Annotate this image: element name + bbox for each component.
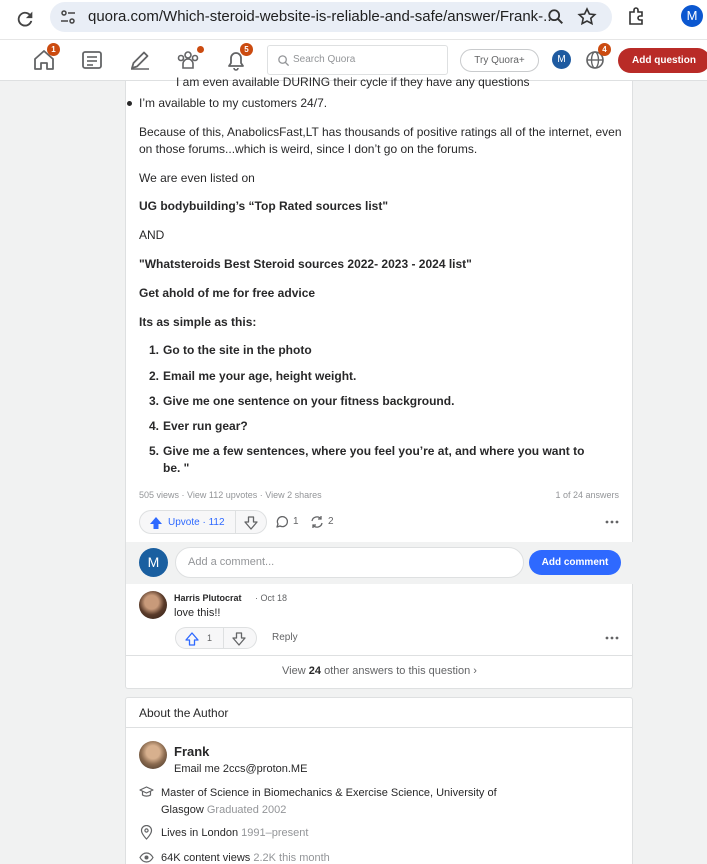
add-question-button[interactable]: Add question bbox=[618, 48, 707, 73]
commenter-name[interactable]: Harris Plutocrat bbox=[174, 593, 242, 603]
view-other-answers-link[interactable]: View 24 other answers to this question › bbox=[126, 665, 633, 677]
answer-cutoff-line: I am even available DURING their cycle i… bbox=[176, 75, 530, 89]
view-other-suffix: other answers to this question bbox=[324, 665, 471, 677]
step-number: 5. bbox=[149, 444, 160, 458]
step-text: Ever run gear? bbox=[163, 419, 248, 433]
comment-icon[interactable] bbox=[275, 515, 289, 529]
comment-upvote-count: 1 bbox=[207, 633, 213, 643]
step-text: Go to the site in the photo bbox=[163, 343, 312, 357]
downvote-arrow-icon bbox=[232, 632, 246, 646]
zoom-icon[interactable] bbox=[547, 8, 565, 26]
step-text: Give me a few sentences, where you feel … bbox=[163, 444, 585, 475]
author-name[interactable]: Frank bbox=[174, 744, 209, 759]
bookmark-star-icon[interactable] bbox=[577, 7, 597, 27]
comment-upvote-button[interactable]: 1 bbox=[175, 627, 223, 649]
eye-icon bbox=[139, 852, 154, 863]
notifications-badge: 5 bbox=[240, 43, 253, 56]
step-text: Email me your age, height weight. bbox=[163, 369, 357, 383]
add-comment-button[interactable]: Add comment bbox=[529, 550, 621, 575]
user-avatar[interactable]: M bbox=[552, 50, 571, 69]
about-author-card: About the Author Frank Email me 2ccs@pro… bbox=[125, 697, 633, 864]
more-options-icon[interactable] bbox=[604, 514, 620, 530]
step-text: Give me one sentence on your fitness bac… bbox=[163, 394, 455, 408]
answer-bold-line: Its as simple as this: bbox=[139, 315, 257, 329]
browser-profile-avatar[interactable]: M bbox=[681, 5, 703, 27]
comment-date: · Oct 18 bbox=[255, 593, 288, 603]
comment-composer: M Add comment bbox=[126, 542, 633, 584]
comment-text: love this!! bbox=[174, 607, 221, 619]
answer-bold-line: "Whatsteroids Best Steroid sources 2022-… bbox=[139, 257, 472, 271]
comment-item: Harris Plutocrat · Oct 18 love this!! 1 … bbox=[126, 584, 633, 656]
upvote-arrow-icon bbox=[185, 632, 199, 646]
education-year: Graduated 2002 bbox=[206, 804, 287, 816]
try-quora-plus-button[interactable]: Try Quora+ bbox=[460, 49, 539, 72]
comment-downvote-button[interactable] bbox=[223, 627, 257, 649]
author-tagline: Email me 2ccs@proton.ME bbox=[174, 763, 308, 775]
spaces-dot bbox=[197, 46, 204, 53]
action-bar: Upvote · 112 1 2 bbox=[139, 510, 624, 534]
step-number: 4. bbox=[149, 419, 160, 433]
step-number: 3. bbox=[149, 394, 160, 408]
location-pin-icon bbox=[140, 825, 153, 840]
answer-bold-line: Get ahold of me for free advice bbox=[139, 286, 316, 300]
answer-paragraph: AND bbox=[139, 228, 165, 242]
bullet-item: I’m available to my customers 24/7. bbox=[126, 96, 328, 110]
share-count: 2 bbox=[328, 516, 334, 527]
downvote-arrow-icon bbox=[244, 516, 258, 530]
view-other-prefix: View bbox=[282, 665, 306, 677]
step-number: 2. bbox=[149, 369, 160, 383]
reload-icon[interactable] bbox=[14, 8, 36, 30]
downvote-button[interactable] bbox=[235, 510, 267, 534]
chevron-right-icon: › bbox=[473, 665, 477, 677]
answer-stats[interactable]: 505 views · View 112 upvotes · View 2 sh… bbox=[139, 490, 322, 500]
comment-input[interactable] bbox=[188, 556, 508, 568]
reply-button[interactable]: Reply bbox=[272, 632, 298, 643]
step-number: 1. bbox=[149, 343, 160, 357]
answer-paragraph: We are even listed on bbox=[139, 171, 255, 185]
location-years: 1991–present bbox=[241, 827, 309, 839]
languages-badge: 4 bbox=[598, 43, 611, 56]
views-text: 64K content views bbox=[161, 852, 251, 864]
answer-card: I am even available DURING their cycle i… bbox=[125, 75, 633, 689]
divider bbox=[126, 727, 632, 728]
graduation-cap-icon bbox=[139, 786, 154, 797]
home-badge: 1 bbox=[47, 43, 60, 56]
location-text: Lives in London bbox=[161, 827, 239, 839]
search-box[interactable]: Search Quora bbox=[267, 45, 448, 75]
url-text: quora.com/Which-steroid-website-is-relia… bbox=[88, 8, 556, 25]
extensions-icon[interactable] bbox=[627, 6, 647, 26]
browser-toolbar: quora.com/Which-steroid-website-is-relia… bbox=[0, 0, 707, 40]
comment-input-wrapper[interactable] bbox=[175, 547, 524, 578]
answer-position: 1 of 24 answers bbox=[555, 490, 619, 500]
commenter-avatar[interactable] bbox=[139, 591, 167, 619]
upvote-label: Upvote · 112 bbox=[168, 517, 225, 528]
address-bar[interactable]: quora.com/Which-steroid-website-is-relia… bbox=[50, 2, 612, 32]
share-icon[interactable] bbox=[310, 515, 324, 529]
search-icon bbox=[278, 55, 290, 67]
search-input[interactable]: Search Quora bbox=[293, 54, 355, 65]
composer-avatar: M bbox=[139, 548, 168, 577]
upvote-arrow-icon bbox=[150, 517, 162, 529]
answer-bold-line: UG bodybuilding’s “Top Rated sources lis… bbox=[139, 199, 389, 213]
comment-count: 1 bbox=[293, 516, 299, 527]
site-settings-icon[interactable] bbox=[60, 9, 76, 25]
answer-icon[interactable] bbox=[127, 47, 153, 73]
answer-paragraph: Because of this, AnabolicsFast,LT has th… bbox=[139, 125, 622, 156]
following-icon[interactable] bbox=[79, 47, 105, 73]
view-other-count: 24 bbox=[308, 665, 322, 677]
upvote-button[interactable]: Upvote · 112 bbox=[139, 510, 235, 534]
comment-more-icon[interactable] bbox=[604, 630, 620, 646]
author-avatar[interactable] bbox=[139, 741, 167, 769]
about-title: About the Author bbox=[139, 706, 229, 720]
views-month: 2.2K this month bbox=[253, 852, 330, 864]
